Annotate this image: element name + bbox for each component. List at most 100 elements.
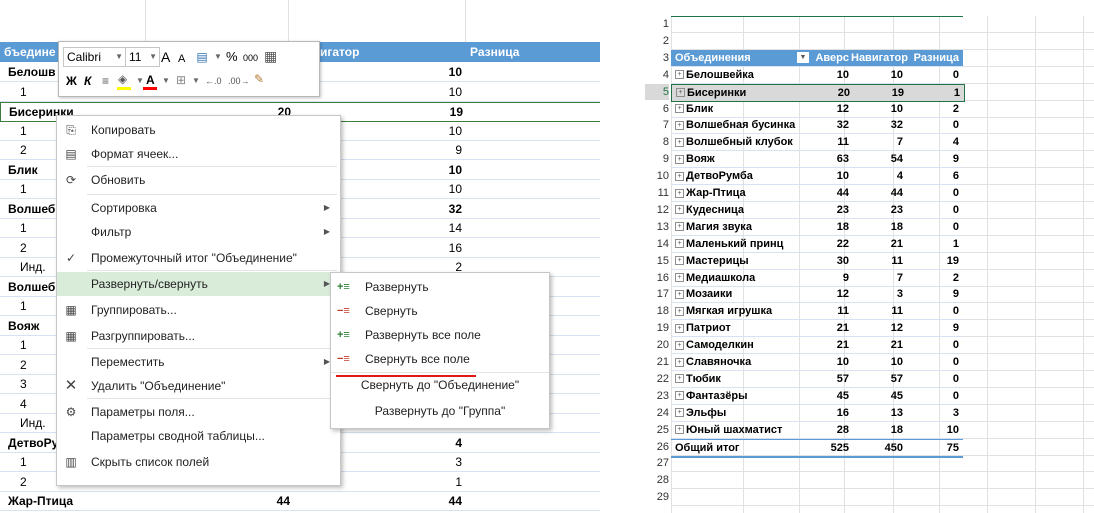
format-painter-icon[interactable]: ✎ (253, 69, 265, 89)
pivot-row[interactable]: + Мягкая игрушка 11 11 0 (671, 303, 963, 321)
row-number[interactable]: 19 (645, 320, 669, 336)
pivot-row[interactable]: + Бисеринки 20 19 1 (671, 83, 965, 102)
context-menu-item[interactable]: ⎘ Копировать (57, 118, 340, 142)
shrink-font-icon[interactable]: A (177, 49, 186, 69)
filter-dropdown-button[interactable]: ▼ (797, 51, 809, 63)
expand-plus-icon[interactable]: + (675, 256, 684, 266)
row-number[interactable]: 2 (645, 33, 669, 49)
row-number[interactable]: 5 (645, 83, 669, 100)
thousands-separator-icon[interactable]: 000 (242, 48, 259, 68)
expand-plus-icon[interactable]: + (675, 357, 684, 367)
expand-plus-icon[interactable]: + (675, 391, 684, 401)
row-number[interactable]: 20 (645, 337, 669, 353)
percent-icon[interactable]: % (225, 47, 239, 67)
row-number[interactable]: 13 (645, 219, 669, 235)
row-number[interactable]: 25 (645, 422, 669, 438)
row-number[interactable]: 29 (645, 489, 669, 505)
row-number[interactable]: 3 (645, 50, 669, 66)
pivot-row[interactable]: + Патриот 21 12 9 (671, 320, 963, 338)
pivot-row[interactable]: + Тюбик 57 57 0 (671, 371, 963, 388)
pivot-row[interactable]: + ДетвоРумба 10 4 6 (671, 168, 963, 186)
row-number[interactable]: 27 (645, 455, 669, 471)
submenu-item[interactable]: +≡ Развернуть все поле (331, 323, 549, 347)
pivot-row[interactable]: + Волшебный клубок 11 7 4 (671, 134, 963, 152)
grow-font-icon[interactable]: A (160, 47, 171, 67)
row-number[interactable]: 10 (645, 168, 669, 184)
expand-plus-icon[interactable]: + (675, 289, 684, 299)
pivot-row[interactable]: + Юный шахматист 28 18 10 (671, 422, 963, 439)
expand-plus-icon[interactable]: + (675, 425, 684, 435)
pivot-row[interactable]: + Жар-Птица 44 44 0 (671, 185, 963, 202)
context-menu-item[interactable]: ▤ Формат ячеек... (57, 142, 340, 166)
row-number[interactable]: 16 (645, 270, 669, 286)
context-menu-item[interactable]: Параметры сводной таблицы... (57, 424, 340, 448)
row-number[interactable]: 6 (645, 101, 669, 117)
pivot-row[interactable]: + Блик 12 10 2 (671, 101, 963, 118)
expand-plus-icon[interactable]: + (675, 273, 684, 283)
align-center-icon[interactable]: ≡ (101, 71, 110, 91)
row-number[interactable]: 18 (645, 303, 669, 319)
table-format-icon[interactable]: ▦ (263, 46, 278, 66)
submenu-item[interactable]: Развернуть до "Группа" (331, 399, 549, 423)
row-number[interactable]: 4 (645, 67, 669, 83)
font-size-select[interactable]: 11 ▼ (125, 47, 160, 67)
expand-plus-icon[interactable]: + (675, 323, 684, 333)
pivot-row[interactable]: + Славяночка 10 10 0 (671, 354, 963, 371)
pivot-row[interactable]: + Самоделкин 21 21 0 (671, 337, 963, 355)
italic-button[interactable]: К (83, 71, 92, 91)
decrease-decimal-icon[interactable]: .00→ (227, 71, 251, 91)
row-number[interactable]: 7 (645, 117, 669, 133)
context-menu-item[interactable]: Сортировка ▶ (57, 196, 340, 220)
accounting-format-icon[interactable]: ▤ (193, 47, 211, 67)
submenu-item[interactable]: −≡ Свернуть все поле (331, 347, 549, 371)
expand-plus-icon[interactable]: + (675, 408, 684, 418)
pivot-row[interactable]: + Кудесница 23 23 0 (671, 202, 963, 219)
pivot-row[interactable]: + Мозаики 12 3 9 (671, 286, 963, 304)
submenu-item[interactable]: −≡ Свернуть (331, 299, 549, 323)
row-number[interactable]: 14 (645, 236, 669, 252)
context-menu-item[interactable]: ▦ Разгруппировать... (57, 324, 340, 348)
pivot-row[interactable]: + Маленький принц 22 21 1 (671, 236, 963, 253)
pivot-row[interactable]: + Медиашкола 9 7 2 (671, 270, 963, 287)
chevron-down-icon[interactable]: ▼ (191, 71, 201, 91)
expand-plus-icon[interactable]: + (675, 70, 684, 80)
pivot-row[interactable]: + Магия звука 18 18 0 (671, 219, 963, 236)
chevron-down-icon[interactable]: ▼ (161, 71, 171, 91)
expand-plus-icon[interactable]: + (675, 374, 684, 384)
pivot-row[interactable]: + Эльфы 16 13 3 (671, 405, 963, 422)
expand-plus-icon[interactable]: + (675, 137, 684, 147)
row-number[interactable]: 28 (645, 472, 669, 488)
expand-plus-icon[interactable]: + (675, 154, 684, 164)
pivot-row[interactable]: Жар-Птица 44 44 (0, 492, 600, 511)
context-menu-item[interactable]: Развернуть/свернуть ▶ (57, 272, 340, 296)
expand-plus-icon[interactable]: + (675, 306, 684, 316)
expand-plus-icon[interactable]: + (675, 188, 684, 198)
expand-plus-icon[interactable]: + (675, 222, 684, 232)
pivot-row[interactable]: + Белошвейка 10 10 0 (671, 67, 963, 84)
submenu-item[interactable]: +≡ Развернуть (331, 275, 549, 299)
expand-plus-icon[interactable]: + (675, 171, 684, 181)
context-menu-item[interactable]: ⟳ Обновить (57, 168, 340, 192)
row-number[interactable]: 26 (645, 439, 669, 455)
row-number[interactable]: 15 (645, 253, 669, 269)
increase-decimal-icon[interactable]: ←.0 (204, 71, 223, 91)
context-menu-item[interactable]: ✓ Промежуточный итог "Объединение" (57, 246, 340, 270)
chevron-down-icon[interactable]: ▼ (213, 47, 223, 67)
context-menu-item[interactable]: Переместить ▶ (57, 350, 340, 374)
context-menu-item[interactable]: ▦ Группировать... (57, 298, 340, 322)
pivot-row[interactable]: + Вояж 63 54 9 (671, 151, 963, 169)
pivot-row[interactable]: + Волшебная бусинка 32 32 0 (671, 117, 963, 135)
row-number[interactable]: 21 (645, 354, 669, 370)
context-menu-item[interactable]: ▥ Скрыть список полей (57, 450, 340, 474)
row-number[interactable]: 1 (645, 16, 669, 32)
pivot-row[interactable]: + Мастерицы 30 11 19 (671, 253, 963, 270)
expand-plus-icon[interactable]: + (675, 104, 684, 114)
row-number[interactable]: 8 (645, 134, 669, 150)
context-menu-item[interactable]: ⚙ Параметры поля... (57, 400, 340, 424)
row-number[interactable]: 11 (645, 185, 669, 201)
row-number[interactable]: 12 (645, 202, 669, 218)
font-name-select[interactable]: Calibri ▼ (63, 47, 126, 67)
expand-plus-icon[interactable]: + (675, 340, 684, 350)
expand-plus-icon[interactable]: + (675, 120, 684, 130)
pivot-row[interactable]: + Фантазёры 45 45 0 (671, 388, 963, 405)
